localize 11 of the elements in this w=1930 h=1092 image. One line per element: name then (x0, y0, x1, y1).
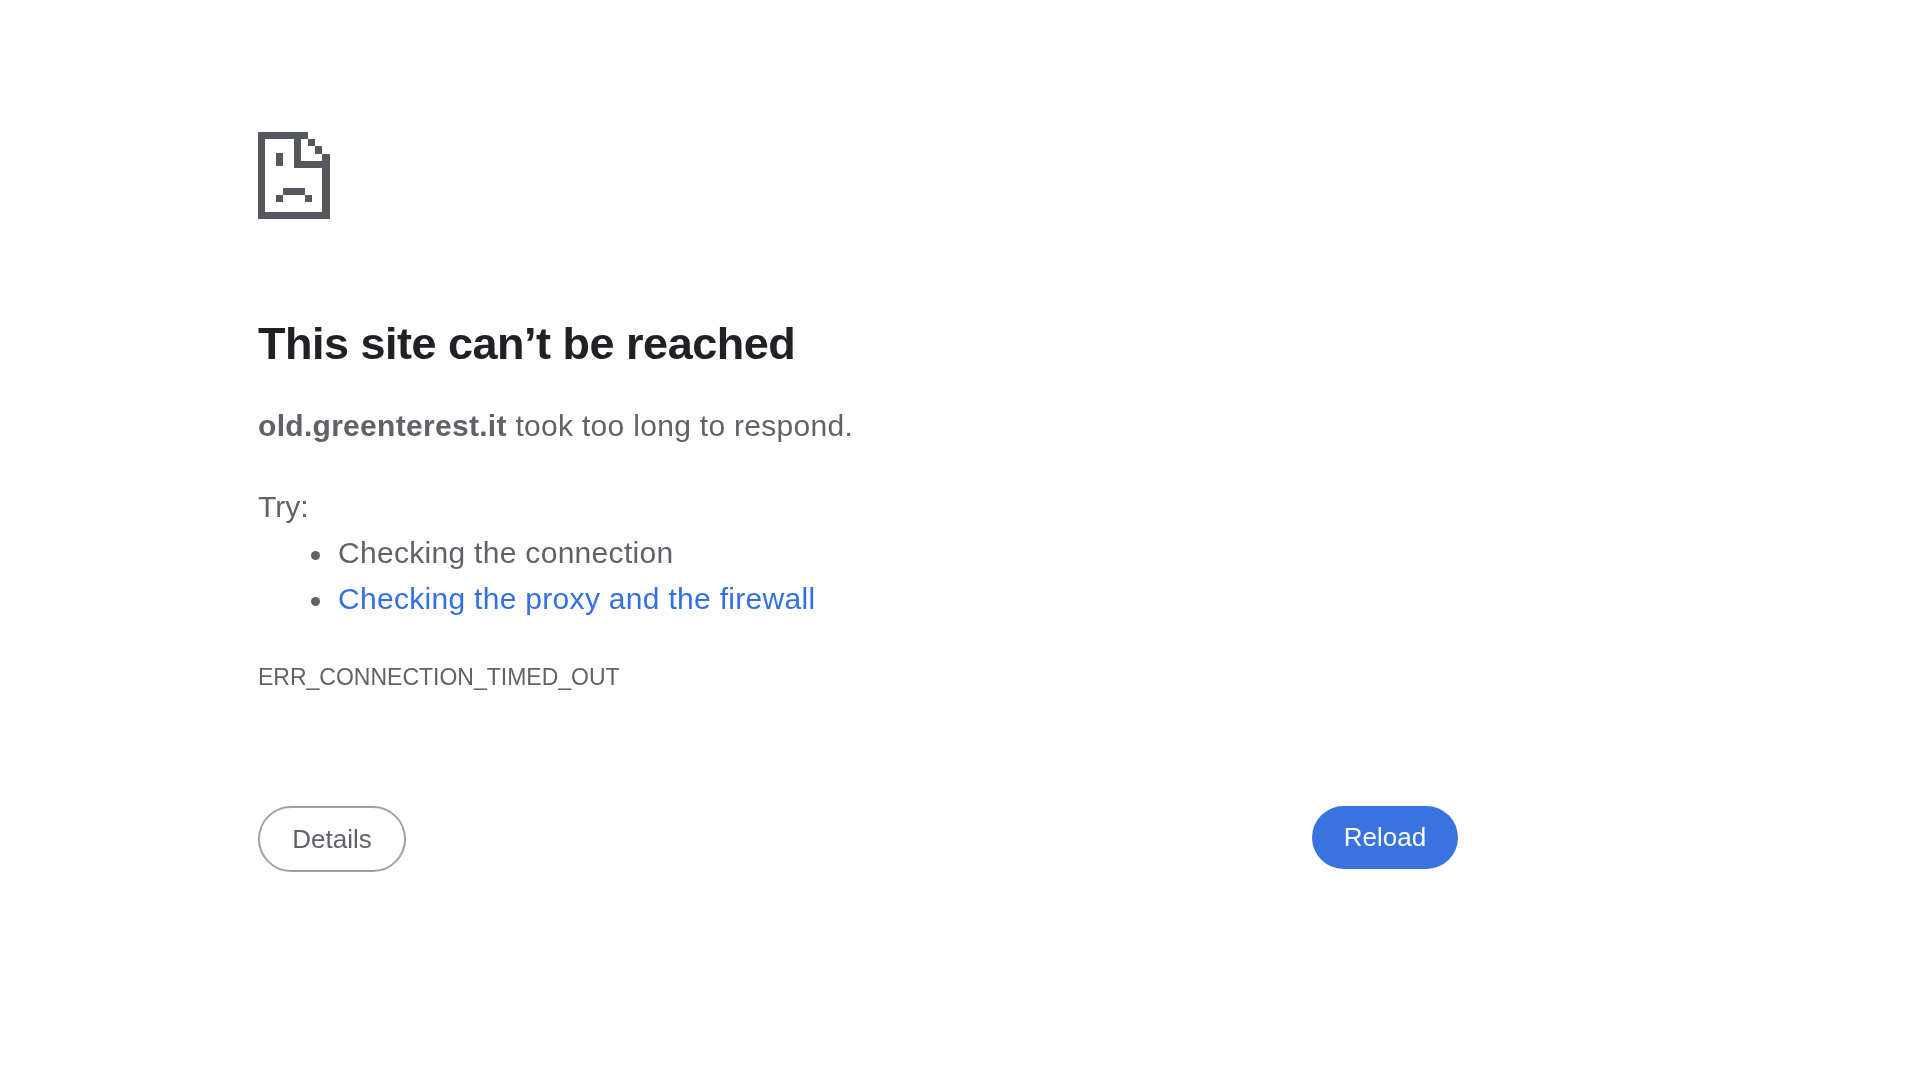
details-button[interactable]: Details (258, 806, 406, 872)
error-message: old.greenterest.it took too long to respond. (258, 408, 854, 444)
sad-document-icon (258, 132, 330, 219)
reload-button[interactable]: Reload (1312, 806, 1458, 869)
suggestion-link[interactable]: Checking the proxy and the firewall (338, 576, 816, 622)
try-label: Try: (258, 489, 309, 525)
bullet-icon (311, 596, 320, 606)
suggestion-text: Checking the connection (338, 535, 674, 571)
bullet-icon (311, 550, 320, 560)
error-code: ERR_CONNECTION_TIMED_OUT (258, 663, 620, 692)
error-heading: This site can’t be reached (258, 317, 796, 371)
